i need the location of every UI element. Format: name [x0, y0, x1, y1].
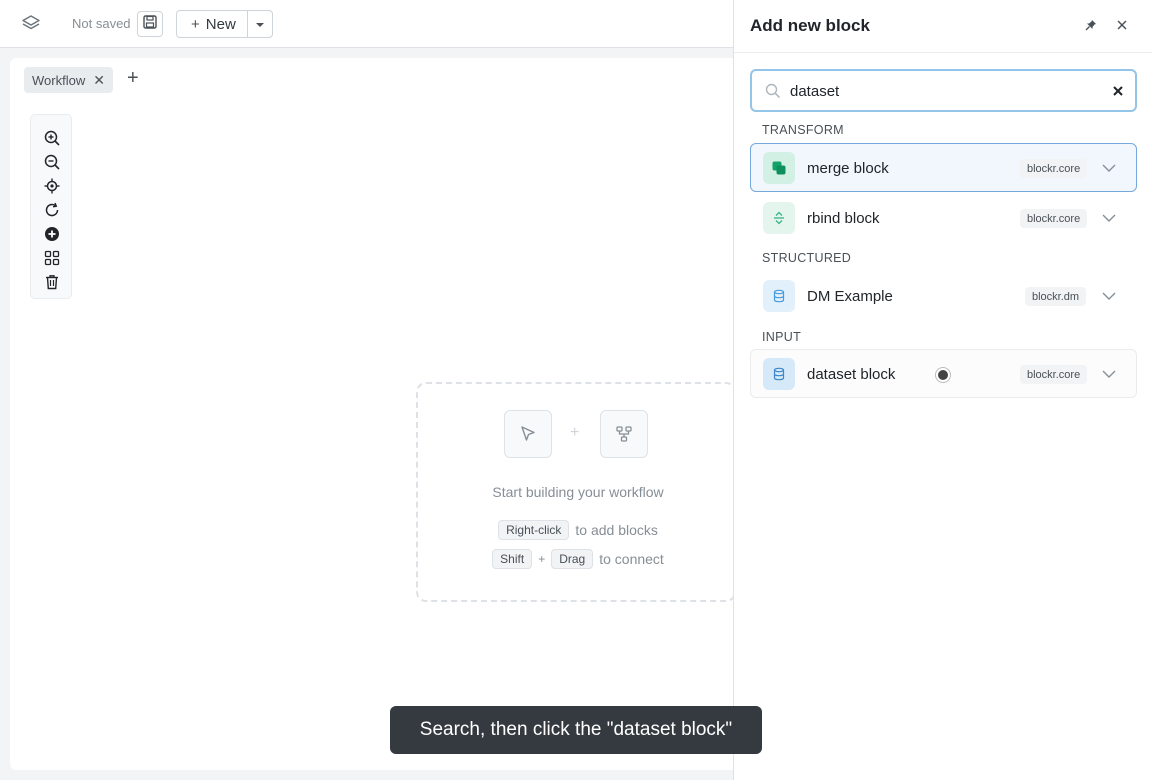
- block-name: merge block: [807, 160, 889, 177]
- locate-icon[interactable]: [43, 177, 61, 195]
- refresh-icon[interactable]: [43, 201, 61, 219]
- right-click-hint: Right-click to add blocks: [418, 520, 738, 540]
- right-click-text: to add blocks: [575, 522, 658, 538]
- empty-state-card: + Start building your workflow Right-cli…: [416, 382, 736, 602]
- pin-icon[interactable]: [1083, 17, 1099, 33]
- clear-search-icon[interactable]: [1110, 83, 1126, 99]
- new-button-group: + New: [176, 10, 273, 38]
- chevron-down-icon[interactable]: [1102, 211, 1116, 225]
- grid-icon[interactable]: [43, 249, 61, 267]
- package-badge: blockr.core: [1020, 365, 1088, 384]
- new-button[interactable]: + New: [177, 11, 248, 37]
- rbind-icon: [763, 202, 795, 234]
- section-label-structured: STRUCTURED: [762, 251, 852, 265]
- package-badge: blockr.core: [1020, 159, 1088, 178]
- panel-title: Add new block: [750, 16, 870, 35]
- workflow-icon: [600, 410, 648, 458]
- shift-key: Shift: [492, 549, 533, 569]
- drag-text: to connect: [599, 551, 664, 567]
- tab-label: Workflow: [32, 72, 86, 88]
- close-icon[interactable]: [1114, 17, 1130, 33]
- new-dropdown-toggle[interactable]: [248, 11, 272, 37]
- section-label-transform: TRANSFORM: [762, 123, 844, 137]
- save-status: Not saved: [72, 16, 131, 31]
- chevron-down-icon[interactable]: [1102, 367, 1116, 381]
- save-button[interactable]: [137, 11, 163, 37]
- caret-down-icon: [255, 15, 265, 33]
- search-icon: [765, 83, 781, 99]
- new-button-label: New: [205, 15, 236, 33]
- canvas-toolbox: [30, 114, 72, 299]
- package-badge: blockr.dm: [1025, 287, 1087, 306]
- block-name: dataset block: [807, 366, 896, 383]
- block-item-dm-example[interactable]: DM Example blockr.dm: [750, 271, 1137, 320]
- block-item-merge[interactable]: merge block blockr.core: [750, 143, 1137, 192]
- instruction-toast: Search, then click the "dataset block": [390, 706, 762, 754]
- right-click-key: Right-click: [498, 520, 570, 540]
- database-icon: [763, 358, 795, 390]
- cursor-icon: [504, 410, 552, 458]
- package-badge: blockr.core: [1020, 209, 1088, 228]
- block-name: rbind block: [807, 210, 880, 227]
- block-item-rbind[interactable]: rbind block blockr.core: [750, 193, 1137, 242]
- merge-icon: [763, 152, 795, 184]
- add-block-panel: Add new block TRANSFORM merge block bloc…: [733, 0, 1152, 780]
- close-tab-icon[interactable]: ✕: [93, 73, 105, 87]
- zoom-in-icon[interactable]: [43, 129, 61, 147]
- drag-key: Drag: [551, 549, 594, 569]
- mouse-cursor-indicator: [936, 368, 950, 382]
- block-item-dataset[interactable]: dataset block blockr.core: [750, 349, 1137, 398]
- plus-icon: +: [191, 15, 200, 33]
- search-box: [750, 69, 1137, 112]
- add-tab-button[interactable]: +: [127, 68, 139, 88]
- workflow-canvas[interactable]: Workflow ✕ + + Start building your workf…: [10, 58, 750, 770]
- floppy-disk-icon: [143, 14, 157, 34]
- chevron-down-icon[interactable]: [1102, 161, 1116, 175]
- zoom-out-icon[interactable]: [43, 153, 61, 171]
- search-input[interactable]: [790, 79, 1090, 103]
- chevron-down-icon[interactable]: [1102, 289, 1116, 303]
- empty-state-plus: +: [570, 424, 580, 441]
- add-circle-icon[interactable]: [43, 225, 61, 243]
- panel-header: Add new block: [734, 0, 1152, 53]
- connect-hint: Shift + Drag to connect: [418, 549, 738, 569]
- database-icon: [763, 280, 795, 312]
- tab-workflow[interactable]: Workflow ✕: [24, 67, 113, 93]
- empty-state-title: Start building your workflow: [492, 484, 664, 500]
- layers-icon[interactable]: [20, 13, 42, 35]
- trash-icon[interactable]: [43, 273, 61, 291]
- block-name: DM Example: [807, 288, 893, 305]
- plus-separator: +: [538, 552, 546, 566]
- section-label-input: INPUT: [762, 330, 801, 344]
